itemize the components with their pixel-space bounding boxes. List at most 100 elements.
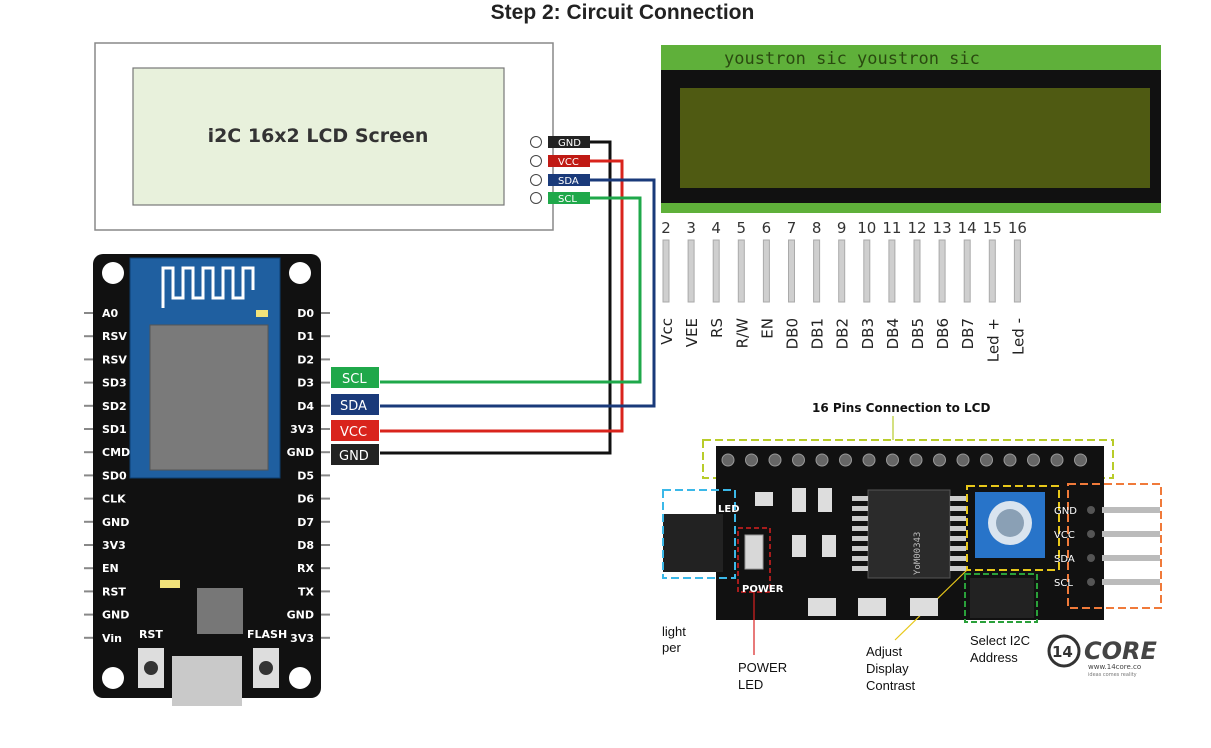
header-pin <box>933 453 946 467</box>
header-pin <box>815 453 829 467</box>
lcd-pin-leg <box>788 239 795 303</box>
chip-leg <box>950 546 966 551</box>
i2c-pin-vcc-label: VCC <box>1054 530 1075 541</box>
backlight-jumper <box>663 514 723 572</box>
lcd-pin-scl-label: SCL <box>558 194 577 205</box>
chip-leg <box>950 526 966 531</box>
lcd-pin-hole <box>530 136 542 148</box>
esp-right-pin-label: D5 <box>297 469 314 482</box>
circuit-diagram: i2C 16x2 LCD Screen GND VCC SDA SCL RST … <box>84 42 1162 706</box>
chip-leg <box>950 506 966 511</box>
address-label-2: Address <box>970 650 1018 665</box>
i2c-pin <box>1087 530 1095 538</box>
esp-left-pin-label: SD1 <box>102 423 127 436</box>
lcd-pin-number: 14 <box>958 219 977 237</box>
lcd-pin-number: 11 <box>882 219 901 237</box>
lcd-pin-number: 5 <box>737 219 747 237</box>
logo-url: www.14core.co <box>1088 663 1141 671</box>
lcd-pin-name: DB3 <box>859 318 877 349</box>
usb-port <box>172 656 242 706</box>
lcd-pin-name: DB1 <box>809 318 827 349</box>
lcd-pin-leg <box>888 239 896 303</box>
esp-right-pin-label: 3V3 <box>290 423 314 436</box>
lcd-screen <box>680 88 1150 188</box>
address-label-1: Select I2C <box>970 633 1030 648</box>
chip-leg <box>852 516 868 521</box>
lcd-pin-name: VEE <box>683 318 701 347</box>
chip-leg <box>852 566 868 571</box>
i2c-pin-gnd-label: GND <box>1054 506 1077 517</box>
lcd-pin-leg <box>762 239 770 303</box>
14core-logo: 14 CORE www.14core.co ideas comes realit… <box>1047 634 1157 678</box>
lcd-display: youstron sic youstron sic 2 3 4 5 6 7 8 9 10 11 12… <box>658 45 1161 362</box>
esp-board: RST FLASH A0 RSV RSV SD3 SD2 SD1 CMD SD0 CLK GND 3… <box>84 254 330 706</box>
lcd-pin-number: 7 <box>787 219 797 237</box>
lcd-pin-number: 12 <box>907 219 926 237</box>
esp-right-pin-label: D4 <box>297 400 314 413</box>
header-pin <box>909 453 923 467</box>
chip-leg <box>950 496 966 501</box>
i2c-pin-lead <box>1102 555 1160 561</box>
esp-gnd-label: GND <box>339 449 369 464</box>
esp-right-pin-label: RX <box>297 562 314 575</box>
esp-right-pin-label: TX <box>298 585 315 598</box>
esp-scl-label: SCL <box>342 372 367 387</box>
esp-sda-label: SDA <box>340 399 367 414</box>
lcd-pin-name: DB5 <box>909 318 927 349</box>
esp-right-pin-label: D6 <box>297 493 314 506</box>
lcd-pin-number: 15 <box>983 219 1002 237</box>
lcd-pin-name: RS <box>708 318 726 338</box>
resistor <box>755 492 773 506</box>
lcd-pin-name: DB7 <box>959 318 977 349</box>
chip-leg <box>950 536 966 541</box>
lcd-pin-numbers: 2 3 4 5 6 7 8 9 10 11 12 13 14 15 16 <box>661 219 1027 237</box>
backlight-label-1: light <box>662 624 686 639</box>
resistor <box>818 488 832 512</box>
esp-right-pin-label: D3 <box>297 377 314 390</box>
lcd-pin-name: DB6 <box>934 318 952 349</box>
lcd-pin-legs <box>662 239 1021 303</box>
header-pin <box>721 453 735 467</box>
esp-left-pin-label: EN <box>102 562 119 575</box>
esp-right-pin-label: GND <box>287 609 314 622</box>
esp-left-pin-label: SD3 <box>102 377 127 390</box>
i2c-pin-lead <box>1102 579 1160 585</box>
logo-text: CORE <box>1084 637 1157 665</box>
i2c-pin-scl-label: SCL <box>1054 578 1073 589</box>
i2c-pin-lead <box>1102 507 1160 513</box>
header-pin <box>1050 453 1064 467</box>
backlight-label-2: per <box>662 640 681 655</box>
i2c-pin-lead <box>1102 531 1160 537</box>
esp-left-pin-label: RST <box>102 585 126 598</box>
lcd-pin-names: Vcc VEE RS R/W EN DB0 DB1 DB2 DB3 DB4 DB5 DB6 DB7 Led… <box>658 318 1027 362</box>
esp-left-pin-label: GND <box>102 609 129 622</box>
esp-right-pin-label: D8 <box>297 539 314 552</box>
lcd-top-text: youstron sic youstron sic <box>724 49 980 69</box>
lcd-pin-name: DB0 <box>784 318 802 349</box>
lcd-pin-leg <box>838 239 846 303</box>
lcd-pin-number: 9 <box>837 219 847 237</box>
header-label: 16 Pins Connection to LCD <box>812 401 990 415</box>
esp-right-pin-label: 3V3 <box>290 632 314 645</box>
esp-right-pin-label: D7 <box>297 516 314 529</box>
power-led-label-2: LED <box>738 677 763 692</box>
i2c-pin <box>1087 554 1095 562</box>
chip-leg <box>950 516 966 521</box>
lcd-module: i2C 16x2 LCD Screen GND VCC SDA SCL <box>94 42 590 231</box>
lcd-pin-sda-label: SDA <box>558 176 579 187</box>
lcd-pin-number: 10 <box>857 219 876 237</box>
esp-wire-tags: SCL SDA VCC GND <box>331 367 379 465</box>
lcd-pin-number: 16 <box>1008 219 1027 237</box>
lcd-pin-leg <box>1013 239 1021 303</box>
lcd-pin-name: EN <box>758 318 776 339</box>
esp-left-pin-label: SD2 <box>102 400 127 413</box>
esp-right-pin-label: D2 <box>297 353 314 366</box>
i2c-pin-sda-label: SDA <box>1054 554 1075 565</box>
esp-vcc-label: VCC <box>340 425 367 440</box>
resistor <box>792 535 806 557</box>
rst-label: RST <box>139 628 163 641</box>
chip-leg <box>852 526 868 531</box>
esp-left-pin-label: RSV <box>102 330 127 343</box>
contrast-label-3: Contrast <box>866 678 916 693</box>
flash-label: FLASH <box>247 628 287 641</box>
